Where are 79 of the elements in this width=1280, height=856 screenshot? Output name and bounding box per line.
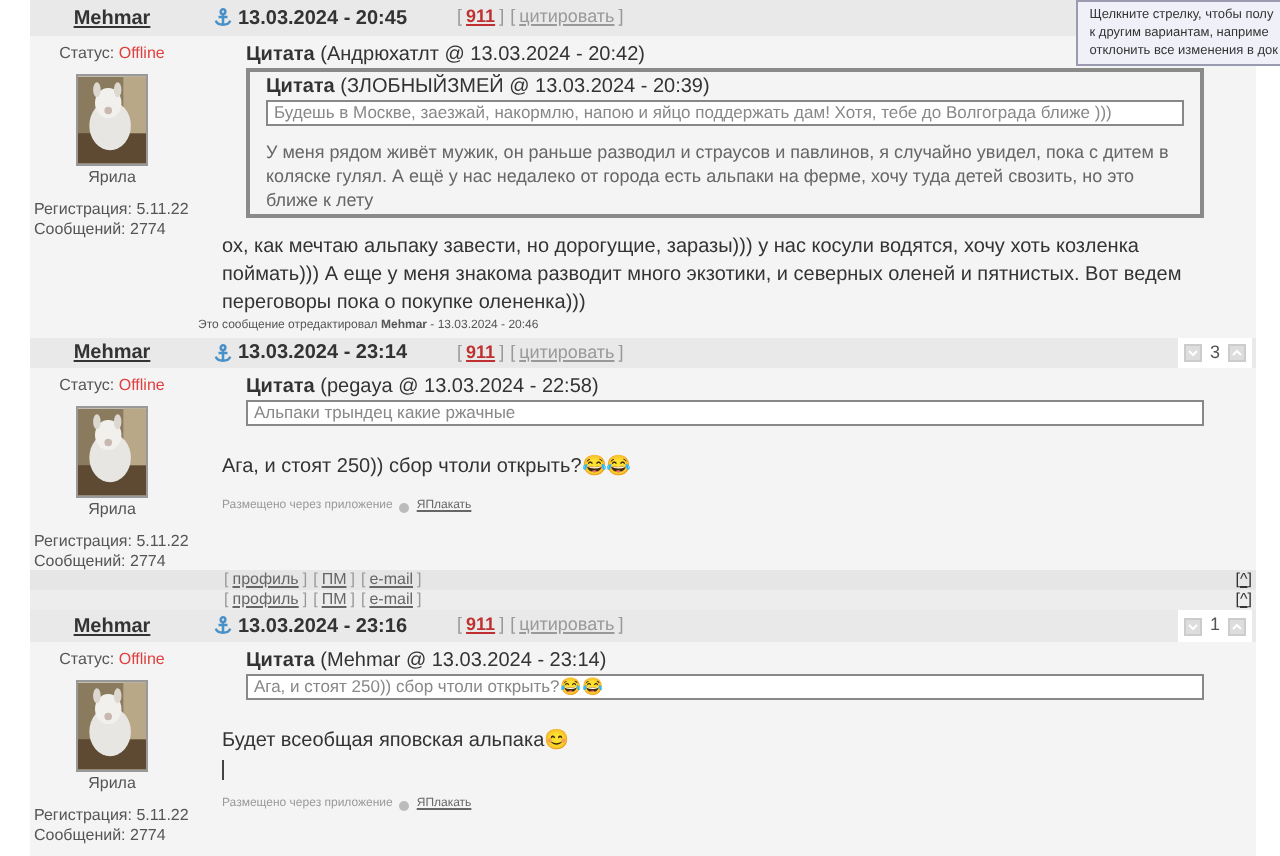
top-link[interactable]: ^ [1240,568,1248,592]
bracket: ] [618,339,624,366]
bracket: [ [1235,588,1240,612]
bracket: [ [360,568,366,592]
bracket: [ [510,612,516,639]
bracket: [ [457,4,463,31]
profile-link[interactable]: профиль [232,568,299,592]
profile-link[interactable]: профиль [232,588,299,612]
bracket: [ [360,588,366,612]
user-status: Статус: Offline [59,42,165,66]
rating-count: 3 [1209,339,1220,366]
bracket: ] [350,568,355,592]
post-text: ох, как мечтаю альпаку завести, но дорогущие, заразы))) у нас косули водятся, хочу хоть козленка поймать))) А еще у меня знакома разводит много экзотики, и северных оленей и пятнистых. Вот ведем переговоры пока о покупке олененка))) [222,234,1184,318]
bracket: ] [618,4,624,31]
registration-date: Регистрация: 5.11.22 [34,200,189,220]
message-count: Сообщений: 2774 [34,552,168,572]
vote-down-icon[interactable] [1183,344,1202,362]
bracket: ] [302,568,308,592]
bracket: [ [224,568,229,592]
quote-text: Альпаки трындец какие ржачные [246,400,1204,426]
message-count: Сообщений: 2774 [34,220,168,240]
bracket: [ [457,612,463,639]
anchor-icon [214,343,232,363]
bracket: ] [499,339,505,366]
bracket: ] [417,568,422,592]
bracket: ] [618,612,624,639]
bracket: ] [302,588,308,612]
bracket: [ [1235,568,1240,592]
post-number[interactable]: 911 [466,612,496,640]
registration-date: Регистрация: 5.11.22 [34,532,189,552]
bracket: [ [457,339,463,366]
bracket: ] [417,588,422,612]
message-count: Сообщений: 2774 [34,826,168,846]
anchor-icon [214,616,232,636]
profile-link[interactable]: ПМ [321,568,347,592]
post-text: Будет всеобщая яповская альпака😊 [222,728,571,756]
bracket: [ [224,588,229,612]
profile-link[interactable]: e-mail [369,588,413,612]
bracket: ] [1247,588,1252,612]
bracket: ] [499,4,505,31]
author-name[interactable]: Mehmar [73,611,151,641]
vote-up-icon[interactable] [1228,617,1246,635]
quote-text: Будешь в Москве, заезжай, накормлю, напою и яйцо поддержать дам! Хотя, тебе до Волгограда ближе ))) [266,100,1184,126]
anchor-icon [214,8,232,28]
bracket: [ [313,568,318,592]
quote-text: Ага, и стоят 250)) сбор чтоли открыть?😂😂 [246,674,1204,700]
bracket: ] [499,612,505,639]
user-rank: Ярила [88,166,136,190]
app-icon [398,501,411,513]
bracket: ] [350,588,355,612]
quote-header: Цитата (pegaya @ 13.03.2024 - 22:58) [246,374,599,400]
bracket: [ [313,588,318,612]
user-status: Статус: Offline [59,374,165,398]
quote-header: Цитата (ЗЛОБНЫЙЗМЕЙ @ 13.03.2024 - 20:39) [266,74,710,100]
user-rank: Ярила [88,772,136,796]
post-number[interactable]: 911 [466,339,496,367]
quote-header: Цитата (Андрюхатлт @ 13.03.2024 - 20:42) [246,42,645,68]
registration-date: Регистрация: 5.11.22 [34,806,189,826]
rating-count: 1 [1209,612,1220,639]
app-icon [398,799,411,811]
bracket: ] [1247,568,1252,592]
post-date: 13.03.2024 - 23:16 [238,613,408,641]
top-link[interactable]: ^ [1240,588,1248,612]
user-status: Статус: Offline [59,648,165,672]
post-date: 13.03.2024 - 20:45 [238,5,408,33]
profile-link[interactable]: ПМ [321,588,347,612]
vote-down-icon[interactable] [1183,617,1202,635]
user-rank: Ярила [88,498,136,522]
post-text: Ага, и стоят 250)) сбор чтоли открыть?😂😂 [222,454,632,482]
vote-up-icon[interactable] [1228,344,1246,362]
bracket: [ [510,339,516,366]
bracket: [ [510,4,516,31]
post-date: 13.03.2024 - 23:14 [238,340,408,368]
quote-header: Цитата (Mehmar @ 13.03.2024 - 23:14) [246,648,607,674]
profile-link[interactable]: e-mail [369,568,413,592]
author-name[interactable]: Mehmar [73,338,151,368]
author-name[interactable]: Mehmar [73,3,151,33]
post-number[interactable]: 911 [466,4,496,32]
quote-text: У меня рядом живёт мужик, он раньше разводил и страусов и павлинов, я случайно увидел, пока с дитем в коляске гулял. А ещё у нас недалеко от города есть альпаки на ферме, хочу туда детей свозить, но это ближе к лету [266,140,1171,212]
